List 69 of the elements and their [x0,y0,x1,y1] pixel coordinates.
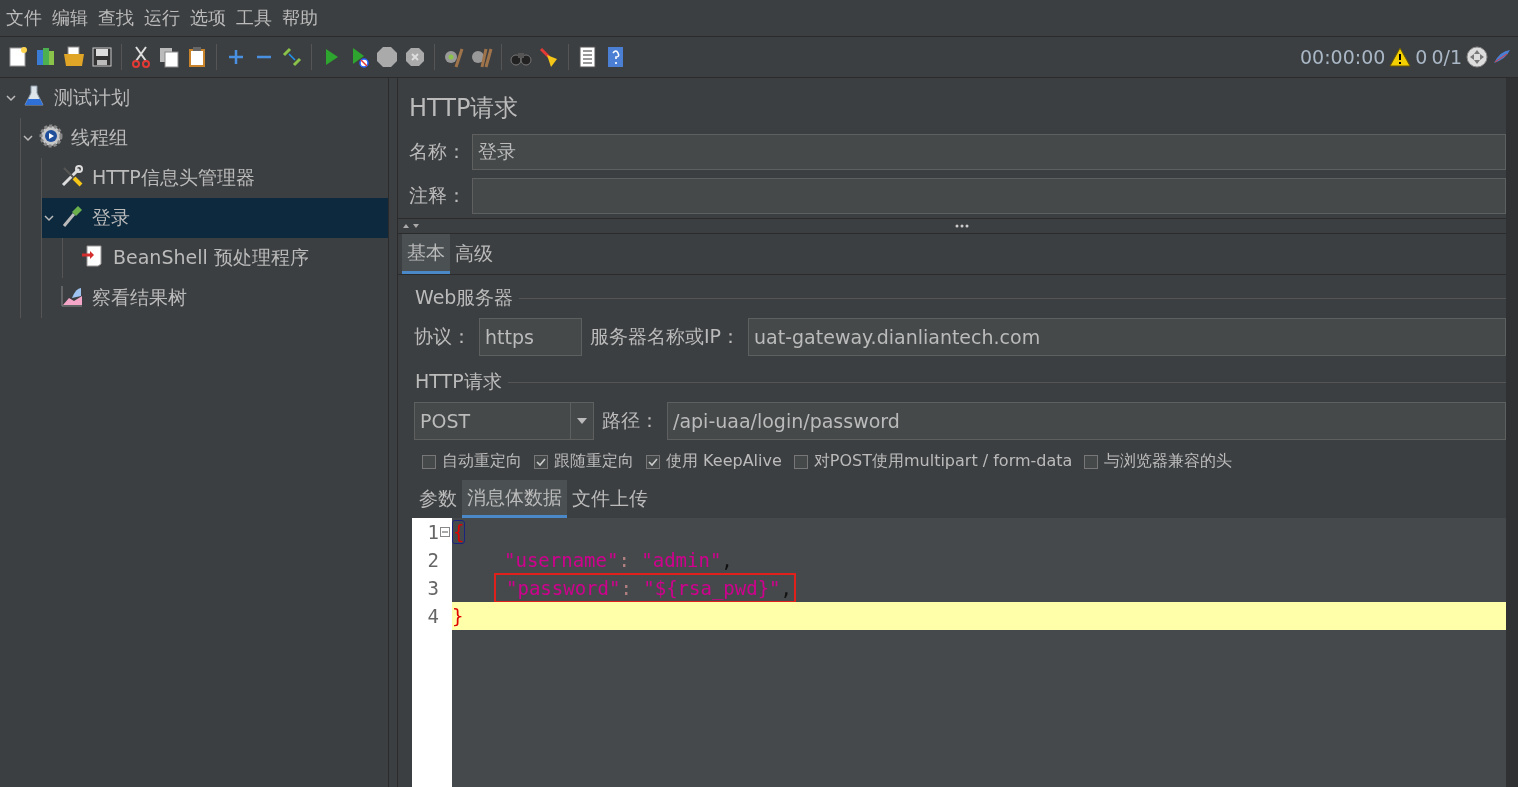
tab[interactable]: 基本 [402,234,450,274]
checkbox-label: 对POST使用multipart / form-data [813,451,1073,472]
checkbox[interactable] [646,454,660,469]
folder-icon[interactable] [62,45,86,69]
field-label: 路径： [602,408,659,433]
caret-down-icon [577,418,587,424]
tab[interactable]: 参数 [414,480,462,518]
checkbox-label: 与浏览器兼容的头 [1104,451,1233,472]
field-label: 服务器名称或IP： [590,324,741,349]
name-field[interactable]: 登录 [472,134,1506,170]
section-title: Web服务器 [415,285,514,310]
checkbox[interactable] [422,454,436,469]
line-number: 2 [427,549,439,571]
field-label: 注释： [409,183,466,208]
thread-count: 0/1 [1431,46,1462,68]
method-dropdown[interactable]: POST [414,402,594,440]
copy-icon[interactable] [157,45,181,69]
remote-icon[interactable] [1466,46,1488,68]
save-icon[interactable] [90,45,114,69]
warning-icon[interactable] [1389,46,1412,68]
field-label: 名称： [409,139,466,164]
scissors-icon[interactable] [129,45,153,69]
checkbox-label: 自动重定向 [442,451,522,472]
tree-item[interactable]: 测试计划 [0,78,388,118]
code-line: "username": "admin", [503,549,733,571]
protocol-field[interactable]: https [479,318,582,356]
toggle-icon[interactable] [280,45,304,69]
collapse-arrows-icon[interactable] [402,222,422,230]
chevron-down-icon[interactable] [44,213,54,223]
code-line: "password": "${rsa_pwd}", [505,577,792,599]
field-label: 协议： [414,324,471,349]
line-number: 4 [427,605,439,627]
fold-icon[interactable] [440,527,450,537]
tree-item[interactable]: HTTP信息头管理器 [42,158,388,198]
server-field[interactable]: uat-gateway.dianliantech.com [748,318,1506,356]
line-number: 3 [427,577,439,599]
checkbox[interactable] [534,454,548,469]
new-file-icon[interactable] [6,45,30,69]
tab[interactable]: 消息体数据 [462,480,567,518]
shutdown-icon[interactable] [403,45,427,69]
menu-item[interactable]: 帮助 [282,6,318,30]
tree-item[interactable]: 察看结果树 [42,278,388,318]
tree-item[interactable]: 登录 [42,198,388,238]
warning-count: 0 [1415,46,1428,68]
elapsed-time: 00:00:00 [1300,46,1386,68]
menu-item[interactable]: 运行 [144,6,180,30]
checkbox[interactable] [1084,454,1099,469]
splitter-handle-icon[interactable] [955,224,969,228]
checkbox[interactable] [793,454,808,469]
menu-item[interactable]: 查找 [98,6,134,30]
line-number: 1 [427,521,439,543]
tab[interactable]: 文件上传 [567,480,653,518]
checkbox-label: 使用 KeepAlive [666,451,782,472]
chevron-down-icon[interactable] [23,133,33,143]
path-field[interactable]: /api-uaa/login/password [667,402,1506,440]
section-title: HTTP请求 [415,369,502,394]
comment-field[interactable] [472,178,1506,214]
code-line: } [452,605,464,627]
menu-item[interactable]: 选项 [190,6,226,30]
menu-item[interactable]: 文件 [6,6,42,30]
checkbox-label: 跟随重定向 [554,451,634,472]
stop-icon[interactable] [375,45,399,69]
menu-item[interactable]: 编辑 [52,6,88,30]
panel-title: HTTP请求 [408,93,520,124]
tab[interactable]: 高级 [450,234,498,274]
tree-item[interactable]: 线程组 [21,118,388,158]
chevron-down-icon[interactable] [6,93,16,103]
tree-item[interactable]: BeanShell 预处理程序 [63,238,388,278]
menu-item[interactable]: 工具 [236,6,272,30]
